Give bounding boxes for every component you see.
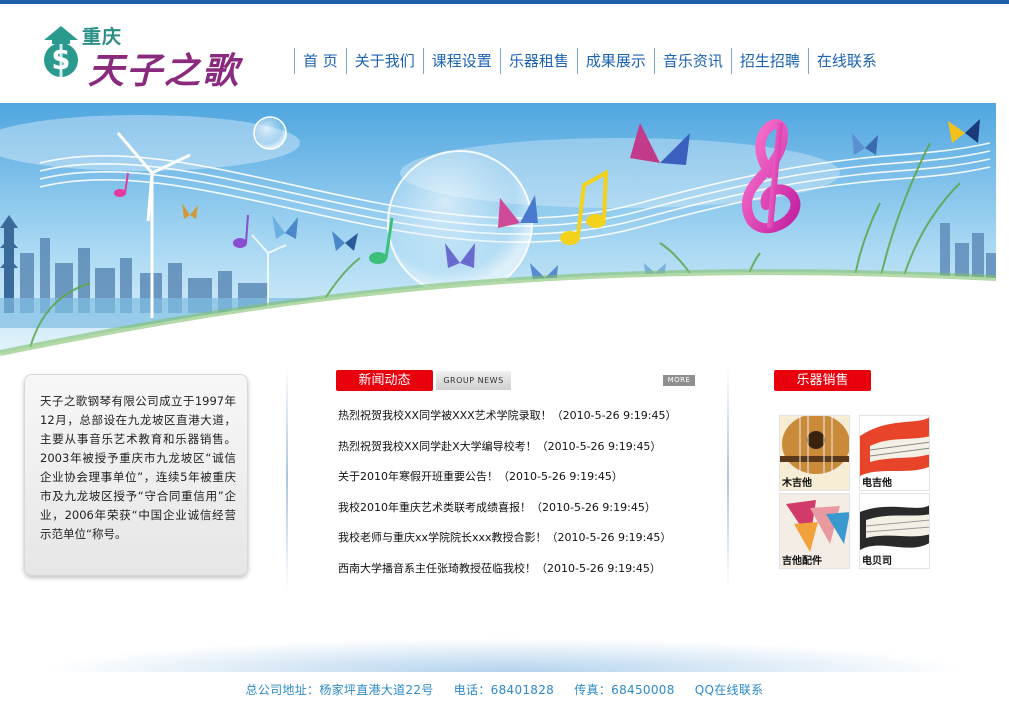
nav-item-music-news[interactable]: 音乐资讯 xyxy=(653,48,731,74)
product-label: 吉他配件 xyxy=(782,556,822,567)
nav-item-home[interactable]: 首 页 xyxy=(294,48,346,74)
news-item[interactable]: 关于2010年寒假开班重要公告！（2010-5-26 9:19:45） xyxy=(338,462,718,493)
product-guitar-accessories[interactable]: 吉他配件 xyxy=(779,493,850,569)
product-electric-bass[interactable]: 电贝司 xyxy=(859,493,930,569)
nav-item-instruments[interactable]: 乐器租售 xyxy=(499,48,577,74)
news-item[interactable]: 西南大学播音系主任张琦教授莅临我校！（2010-5-26 9:19:45） xyxy=(338,554,718,585)
nav-item-contact[interactable]: 在线联系 xyxy=(807,48,885,74)
nav-item-achievements[interactable]: 成果展示 xyxy=(576,48,654,74)
footer: 总公司地址：杨家坪直港大道22号 电话：68401828 传真：68450008… xyxy=(0,681,1009,698)
news-list: 热烈祝贺我校XX同学被XXX艺术学院录取！（2010-5-26 9:19:45）… xyxy=(338,401,718,585)
column-divider-right xyxy=(727,366,729,591)
news-tab-english: GROUP NEWS xyxy=(436,371,511,390)
product-label: 木吉他 xyxy=(782,478,812,489)
hero-banner xyxy=(0,103,996,365)
news-tab[interactable]: 新闻动态 xyxy=(336,370,433,391)
product-label: 电贝司 xyxy=(862,556,892,567)
dollar-note-icon: S xyxy=(44,26,78,78)
main-nav: 首 页 关于我们 课程设置 乐器租售 成果展示 音乐资讯 招生招聘 在线联系 xyxy=(294,48,885,74)
about-panel: 天子之歌钢琴有限公司成立于1997年12月，总部设在九龙坡区直港大道，主要从事音… xyxy=(24,374,248,576)
instrument-sales-tab[interactable]: 乐器销售 xyxy=(774,370,871,391)
footer-address: 总公司地址：杨家坪直港大道22号 xyxy=(245,683,434,697)
news-item[interactable]: 热烈祝贺我校XX同学赴X大学编导校考！（2010-5-26 9:19:45） xyxy=(338,432,718,463)
logo-brand-text: 天子之歌 xyxy=(88,50,241,92)
news-item[interactable]: 热烈祝贺我校XX同学被XXX艺术学院录取！（2010-5-26 9:19:45） xyxy=(338,401,718,432)
news-item[interactable]: 我校老师与重庆xx学院院长xxx教授合影！（2010-5-26 9:19:45） xyxy=(338,523,718,554)
footer-glow xyxy=(40,638,970,672)
top-accent-bar xyxy=(0,0,1009,4)
footer-qq-link[interactable]: QQ在线联系 xyxy=(695,683,764,697)
product-label: 电吉他 xyxy=(862,478,892,489)
nav-item-about[interactable]: 关于我们 xyxy=(345,48,423,74)
news-item[interactable]: 我校2010年重庆艺术类联考成绩喜报！（2010-5-26 9:19:45） xyxy=(338,493,718,524)
nav-item-recruitment[interactable]: 招生招聘 xyxy=(730,48,808,74)
product-acoustic-guitar[interactable]: 木吉他 xyxy=(779,415,850,491)
footer-fax: 传真：68450008 xyxy=(574,683,675,697)
nav-item-courses[interactable]: 课程设置 xyxy=(422,48,500,74)
column-divider-left xyxy=(286,366,288,591)
product-electric-guitar[interactable]: 电吉他 xyxy=(859,415,930,491)
news-more-button[interactable]: MORE xyxy=(663,375,695,386)
about-text: 天子之歌钢琴有限公司成立于1997年12月，总部设在九龙坡区直港大道，主要从事音… xyxy=(40,394,236,541)
footer-phone: 电话：68401828 xyxy=(453,683,555,697)
site-logo[interactable]: S 重庆 天子之歌 xyxy=(38,22,258,92)
